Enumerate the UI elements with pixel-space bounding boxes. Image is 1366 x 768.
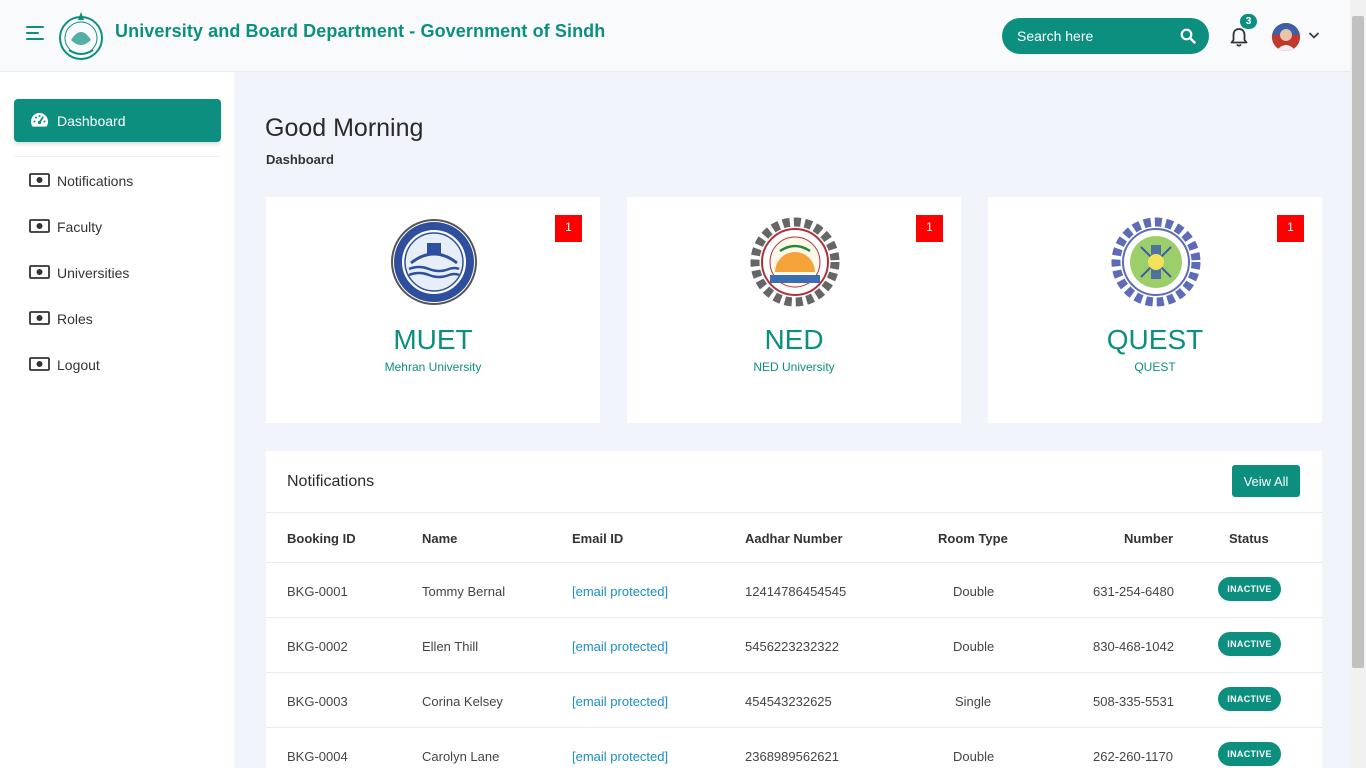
column-header-number[interactable]: Number bbox=[1124, 531, 1173, 546]
number-cell: 631-254-6480 bbox=[1093, 584, 1174, 599]
ned-logo bbox=[750, 217, 840, 307]
university-code: NED bbox=[764, 324, 824, 355]
scrollbar-thumb[interactable] bbox=[1352, 16, 1364, 668]
university-code: QUEST bbox=[1106, 324, 1204, 355]
status-badge: INACTIVE bbox=[1218, 687, 1281, 711]
search-icon[interactable] bbox=[1180, 28, 1196, 44]
aadhar-cell: 5456223232322 bbox=[745, 639, 839, 654]
view-all-button[interactable]: Veiw All bbox=[1232, 465, 1300, 497]
number-cell: 262-260-1170 bbox=[1093, 749, 1173, 764]
sidebar-item-label: Logout bbox=[57, 357, 100, 373]
sidebar-item-dashboard[interactable]: Dashboard bbox=[14, 99, 221, 142]
column-header-aadhar[interactable]: Aadhar Number bbox=[745, 531, 843, 546]
number-cell: 508-335-5531 bbox=[1093, 694, 1174, 709]
sidebar-item-universities[interactable]: Universities bbox=[14, 258, 221, 288]
name-cell: Corina Kelsey bbox=[422, 694, 503, 709]
panel-title: Notifications bbox=[287, 473, 375, 490]
room-type-cell: Double bbox=[953, 584, 995, 599]
column-header-email[interactable]: Email ID bbox=[572, 531, 623, 546]
sidebar-item-faculty[interactable]: Faculty bbox=[14, 212, 221, 242]
room-type-cell: Single bbox=[955, 694, 992, 709]
aadhar-cell: 2368989562621 bbox=[745, 749, 839, 764]
university-card-quest[interactable]: 1 QUEST QUEST bbox=[988, 197, 1322, 423]
chevron-down-icon[interactable] bbox=[1308, 30, 1320, 40]
sindh-government-logo bbox=[59, 12, 103, 60]
sidebar-item-label: Faculty bbox=[57, 219, 103, 235]
table-row: BKG-0001 Tommy Bernal [email protected] … bbox=[266, 562, 1322, 617]
name-cell: Tommy Bernal bbox=[422, 584, 506, 599]
avatar[interactable] bbox=[1272, 23, 1300, 51]
sidebar-item-logout[interactable]: Logout bbox=[14, 350, 221, 380]
university-name: NED University bbox=[753, 360, 835, 374]
search-input[interactable] bbox=[1002, 18, 1172, 54]
email-link[interactable]: [email protected] bbox=[572, 584, 668, 599]
booking-id-cell: BKG-0004 bbox=[287, 749, 348, 764]
status-badge: INACTIVE bbox=[1218, 577, 1281, 601]
email-link[interactable]: [email protected] bbox=[572, 694, 668, 709]
aadhar-cell: 12414786454545 bbox=[745, 584, 847, 599]
notifications-panel: Notifications Veiw All Booking ID Name E… bbox=[266, 451, 1322, 768]
count-badge: 1 bbox=[916, 215, 943, 242]
count-badge: 1 bbox=[1277, 215, 1304, 242]
column-header-status[interactable]: Status bbox=[1229, 531, 1269, 546]
room-type-cell: Double bbox=[953, 749, 995, 764]
name-cell: Carolyn Lane bbox=[422, 749, 500, 764]
university-card-ned[interactable]: 1 NED NED University bbox=[627, 197, 961, 423]
search-box bbox=[1002, 18, 1209, 54]
sidebar-item-notifications[interactable]: Notifications bbox=[14, 166, 221, 196]
aadhar-cell: 454543232625 bbox=[745, 694, 832, 709]
sidebar-divider bbox=[14, 156, 221, 157]
money-bill-icon bbox=[29, 311, 50, 325]
university-name: QUEST bbox=[1134, 360, 1176, 374]
status-badge: INACTIVE bbox=[1218, 632, 1281, 656]
column-header-name[interactable]: Name bbox=[422, 531, 457, 546]
money-bill-icon bbox=[29, 357, 50, 371]
top-header: University and Board Department - Govern… bbox=[0, 0, 1350, 72]
money-bill-icon bbox=[29, 265, 50, 279]
table-row: BKG-0002 Ellen Thill [email protected] 5… bbox=[266, 617, 1322, 672]
sidebar-item-roles[interactable]: Roles bbox=[14, 304, 221, 334]
sidebar-item-label: Dashboard bbox=[57, 113, 126, 129]
menu-toggle-icon[interactable] bbox=[26, 26, 46, 44]
number-cell: 830-468-1042 bbox=[1093, 639, 1174, 654]
university-code: MUET bbox=[393, 324, 473, 355]
email-link[interactable]: [email protected] bbox=[572, 749, 668, 764]
bell-icon[interactable] bbox=[1228, 26, 1250, 48]
dashboard-gauge-icon bbox=[31, 113, 48, 127]
booking-id-cell: BKG-0001 bbox=[287, 584, 348, 599]
money-bill-icon bbox=[29, 219, 50, 233]
room-type-cell: Double bbox=[953, 639, 995, 654]
quest-logo bbox=[1111, 217, 1201, 307]
university-name: Mehran University bbox=[384, 360, 482, 374]
notification-count-badge: 3 bbox=[1240, 14, 1257, 29]
sidebar-item-label: Universities bbox=[57, 265, 130, 281]
muet-logo bbox=[391, 219, 477, 305]
sidebar-item-label: Roles bbox=[57, 311, 93, 327]
booking-id-cell: BKG-0003 bbox=[287, 694, 348, 709]
panel-divider bbox=[266, 512, 1322, 513]
table-row: BKG-0004 Carolyn Lane [email protected] … bbox=[266, 727, 1322, 768]
status-badge: INACTIVE bbox=[1218, 742, 1281, 766]
name-cell: Ellen Thill bbox=[422, 639, 479, 654]
page-title: Good Morning bbox=[265, 114, 424, 142]
sidebar-item-label: Notifications bbox=[57, 173, 134, 189]
university-card-muet[interactable]: 1 MUET Mehran University bbox=[266, 197, 600, 423]
money-bill-icon bbox=[29, 173, 50, 187]
app-title: University and Board Department - Govern… bbox=[115, 21, 606, 41]
column-header-room-type[interactable]: Room Type bbox=[938, 531, 1008, 546]
booking-id-cell: BKG-0002 bbox=[287, 639, 348, 654]
email-link[interactable]: [email protected] bbox=[572, 639, 668, 654]
count-badge: 1 bbox=[555, 215, 582, 242]
column-header-booking-id[interactable]: Booking ID bbox=[287, 531, 356, 546]
breadcrumb: Dashboard bbox=[266, 152, 334, 167]
table-row: BKG-0003 Corina Kelsey [email protected]… bbox=[266, 672, 1322, 727]
